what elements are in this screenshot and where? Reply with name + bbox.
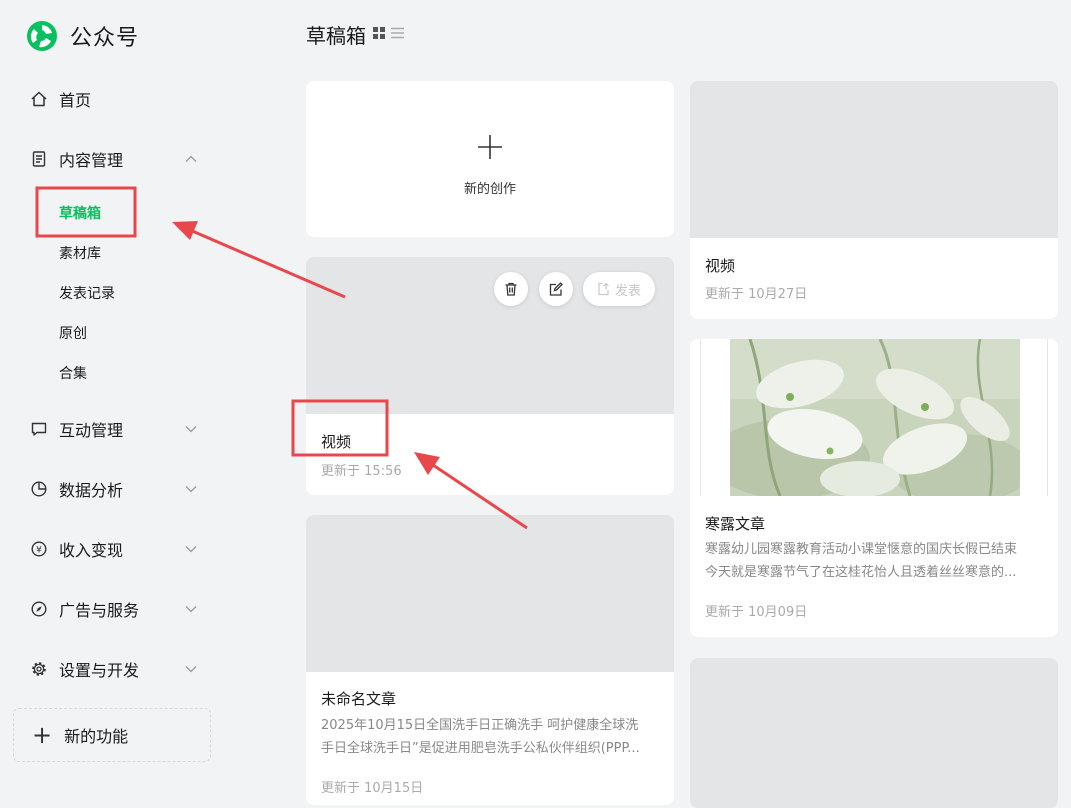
chevron-down-icon [185, 426, 197, 433]
card-title: 视频 [705, 257, 736, 275]
nav-settings-label: 设置与开发 [59, 661, 140, 680]
pie-chart-icon [30, 480, 48, 498]
chat-bubble-icon [30, 420, 48, 438]
grid-view-icon[interactable] [373, 27, 385, 39]
sidebar: 公众号 首页 内容管理 草稿箱 素材库 发表记录 原创 合集 互动管理 数据分析… [0, 0, 230, 793]
nav-ads-label: 广告与服务 [59, 601, 140, 620]
sidebar-item-materials[interactable]: 素材库 [59, 243, 101, 263]
card-description-line: 寒露幼儿园寒露教育活动小课堂惬意的国庆长假已结束 [705, 542, 1018, 557]
wechat-official-logo-icon [27, 21, 57, 51]
publish-button[interactable]: 发表 [583, 272, 655, 306]
edit-button[interactable] [539, 272, 573, 306]
home-icon [30, 90, 48, 108]
plus-icon [478, 135, 502, 159]
new-feature-label: 新的功能 [64, 727, 129, 746]
card-updated-time: 更新于 10月15日 [321, 781, 424, 796]
publish-label: 发表 [614, 283, 641, 299]
draft-card-video-oct27[interactable]: 视频 更新于 10月27日 [690, 81, 1058, 319]
view-toggle [373, 27, 404, 39]
nav-monetize-label: 收入变现 [59, 541, 124, 560]
card-title: 寒露文章 [705, 515, 766, 533]
nav-ads-services[interactable]: 广告与服务 [30, 594, 200, 624]
card-title: 视频 [321, 433, 352, 451]
nav-data-analytics[interactable]: 数据分析 [30, 474, 200, 504]
gear-icon [30, 660, 48, 678]
nav-analytics-label: 数据分析 [59, 481, 124, 500]
sidebar-item-publish-records[interactable]: 发表记录 [59, 283, 115, 303]
compass-icon [30, 600, 48, 618]
delete-button[interactable] [494, 272, 528, 306]
card-thumbnail [690, 339, 1058, 496]
card-thumbnail [690, 658, 1058, 808]
nav-settings-development[interactable]: 设置与开发 [30, 654, 200, 684]
svg-text:¥: ¥ [36, 545, 42, 555]
nav-content-management[interactable]: 内容管理 [30, 144, 200, 174]
nav-content-label: 内容管理 [59, 151, 124, 170]
chevron-down-icon [185, 606, 197, 613]
app-logo[interactable]: 公众号 [25, 19, 139, 53]
edit-icon [549, 282, 563, 296]
sidebar-item-original[interactable]: 原创 [59, 323, 87, 343]
card-updated-time: 更新于 10月27日 [705, 287, 808, 302]
draft-card-video-today[interactable]: 发表 视频 更新于 15:56 [306, 257, 674, 495]
card-description-line: 今天就是寒露节气了在这桂花怡人且透着丝丝寒意的... [705, 565, 1017, 580]
nav-monetization[interactable]: ¥ 收入变现 [30, 534, 200, 564]
draft-card-untitled[interactable]: 未命名文章 2025年10月15日全国洗手日正确洗手 呵护健康全球洗 手日全球洗… [306, 515, 674, 805]
list-view-icon[interactable] [391, 27, 404, 39]
chevron-down-icon [185, 546, 197, 553]
sidebar-item-collections[interactable]: 合集 [59, 363, 87, 383]
yen-coin-icon: ¥ [30, 540, 48, 558]
card-description: 寒露幼儿园寒露教育活动小课堂惬意的国庆长假已结束 今天就是寒露节气了在这桂花怡人… [705, 538, 1043, 584]
sidebar-item-drafts[interactable]: 草稿箱 [59, 203, 101, 223]
card-thumbnail [306, 515, 674, 672]
card-description-line: 手日全球洗手日”是促进用肥皂洗手公私伙伴组织(PPP... [321, 741, 640, 756]
card-title: 未命名文章 [321, 690, 397, 708]
snowdrop-flowers-image [730, 339, 1020, 496]
nav-interaction-management[interactable]: 互动管理 [30, 414, 200, 444]
nav-home[interactable]: 首页 [30, 84, 200, 114]
draft-card-hanlu[interactable]: 寒露文章 寒露幼儿园寒露教育活动小课堂惬意的国庆长假已结束 今天就是寒露节气了在… [690, 339, 1058, 637]
new-creation-card[interactable]: 新的创作 [306, 81, 674, 237]
draft-card-partial[interactable] [690, 658, 1058, 808]
new-creation-label: 新的创作 [463, 182, 516, 197]
card-updated-time: 更新于 10月09日 [705, 605, 808, 620]
card-thumbnail [690, 81, 1058, 238]
card-description: 2025年10月15日全国洗手日正确洗手 呵护健康全球洗 手日全球洗手日”是促进… [321, 714, 659, 760]
page-title: 草稿箱 [306, 24, 366, 48]
chevron-up-icon [185, 155, 197, 162]
new-feature-button[interactable]: + 新的功能 [13, 708, 211, 762]
publish-icon [598, 282, 609, 296]
plus-icon: + [32, 721, 53, 749]
card-updated-time: 更新于 15:56 [321, 464, 402, 479]
chevron-down-icon [185, 486, 197, 493]
trash-icon [505, 282, 517, 296]
nav-interaction-label: 互动管理 [59, 421, 124, 440]
document-icon [30, 150, 48, 168]
app-name: 公众号 [70, 26, 140, 51]
nav-home-label: 首页 [59, 91, 92, 110]
chevron-down-icon [185, 666, 197, 673]
card-description-line: 2025年10月15日全国洗手日正确洗手 呵护健康全球洗 [321, 718, 639, 733]
